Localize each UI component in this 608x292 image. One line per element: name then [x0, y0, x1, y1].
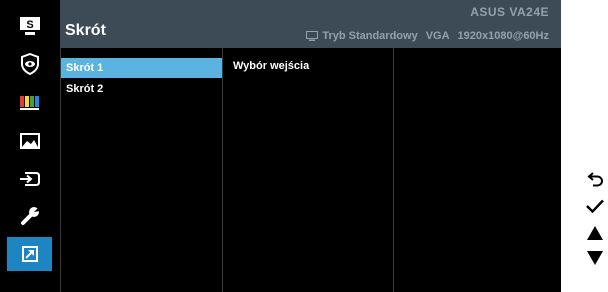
osd-menu: S Skrót ASUS VA24E Tryb Standardowy VGA …: [0, 0, 561, 292]
osd-header: Skrót ASUS VA24E Tryb Standardowy VGA 19…: [60, 0, 561, 48]
menu-item-image[interactable]: [7, 124, 52, 158]
svg-text:S: S: [26, 19, 33, 31]
back-icon: [587, 172, 604, 187]
menu-item-eye-care[interactable]: [7, 47, 52, 81]
model-label: ASUS VA24E: [470, 5, 549, 19]
options-column: Wybór wejścia: [222, 48, 393, 292]
input-select-icon: [19, 172, 40, 186]
input-label: VGA: [425, 30, 450, 42]
image-icon: [19, 133, 40, 149]
resolution-label: 1920x1080@60Hz: [457, 30, 549, 42]
up-icon: [587, 226, 603, 240]
shortcut-icon: [21, 246, 38, 262]
status-line: Tryb Standardowy VGA 1920x1080@60Hz: [306, 30, 549, 42]
color-icon: [19, 96, 39, 110]
confirm-button[interactable]: [584, 196, 606, 216]
submenu-item-shortcut-1[interactable]: Skrót 1: [61, 58, 222, 78]
eye-care-icon: [20, 53, 39, 75]
menu-item-splendid[interactable]: S: [7, 9, 52, 43]
system-setup-icon: [20, 206, 40, 225]
mode-label: Tryb Standardowy: [322, 30, 418, 42]
back-button[interactable]: [584, 169, 606, 189]
submenu-column: Skrót 1 Skrót 2: [60, 48, 222, 292]
splendid-icon: S: [19, 17, 40, 35]
option-value[interactable]: Wybór wejścia: [233, 60, 309, 72]
down-icon: [587, 251, 603, 265]
menu-item-input-select[interactable]: [7, 162, 52, 196]
up-button[interactable]: [584, 223, 606, 243]
down-button[interactable]: [584, 248, 606, 268]
menu-item-shortcut[interactable]: [7, 237, 52, 271]
monitor-icon: [306, 31, 319, 41]
menu-item-system-setup[interactable]: [7, 199, 52, 233]
confirm-icon: [586, 199, 604, 213]
menu-item-color[interactable]: [7, 86, 52, 120]
main-menu-bar: S: [0, 0, 60, 292]
detail-column: [393, 48, 562, 292]
page-title: Skrót: [65, 22, 106, 39]
submenu-item-shortcut-2[interactable]: Skrót 2: [61, 79, 222, 99]
